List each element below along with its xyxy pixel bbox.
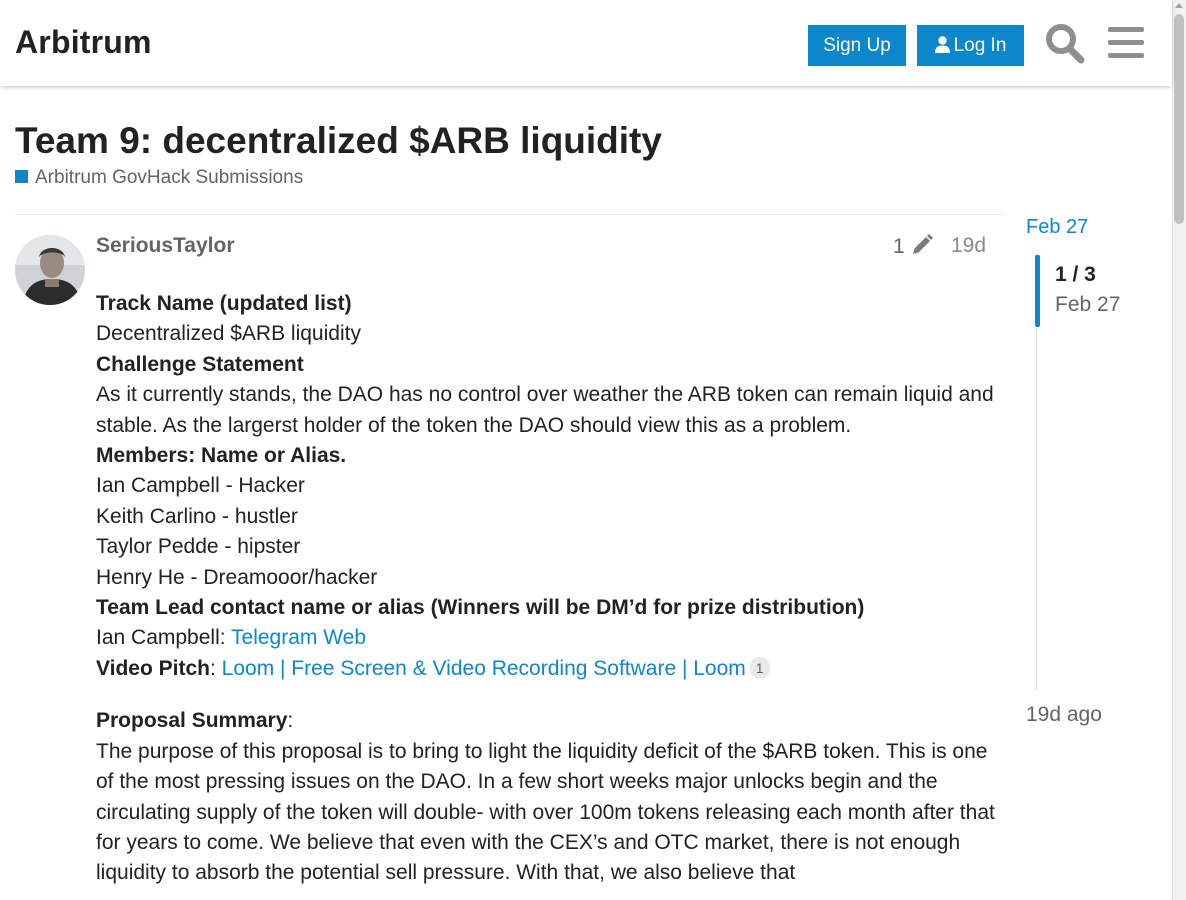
proposal-text: The purpose of this proposal is to bring… bbox=[96, 739, 995, 885]
avatar[interactable] bbox=[15, 235, 85, 305]
post-line: Decentralized $ARB liquidity bbox=[96, 322, 361, 346]
sign-up-button[interactable]: Sign Up bbox=[808, 25, 906, 66]
post-line: Ian Campbell - Hacker bbox=[96, 474, 305, 498]
pencil-icon bbox=[911, 234, 933, 262]
proposal-label: Proposal Summary bbox=[96, 709, 288, 733]
post-line: Members: Name or Alias. bbox=[96, 444, 347, 468]
topic-title[interactable]: Team 9: decentralized $ARB liquidity bbox=[15, 120, 662, 162]
post-line: Track Name (updated list) bbox=[96, 292, 352, 315]
scrollbar-thumb[interactable] bbox=[1174, 14, 1184, 224]
timeline-start-date[interactable]: Feb 27 bbox=[1026, 216, 1088, 239]
topic-category[interactable]: Arbitrum GovHack Submissions bbox=[15, 167, 303, 189]
site-header: Arbitrum Sign Up Log In bbox=[0, 0, 1172, 86]
post-line: Keith Carlino - hustler bbox=[96, 504, 298, 528]
team-lead-line: Ian Campbell: Telegram Web bbox=[96, 623, 996, 653]
title-divider bbox=[15, 214, 1004, 215]
post-body: Track Name (updated list) Decentralized … bbox=[96, 289, 996, 889]
timeline-end-date[interactable]: 19d ago bbox=[1026, 703, 1102, 727]
proposal-sep: : bbox=[287, 709, 294, 733]
team-lead-name: Ian Campbell: bbox=[96, 626, 232, 650]
video-pitch-label: Video Pitch bbox=[96, 656, 210, 680]
video-pitch-sep: : bbox=[209, 656, 222, 680]
user-icon bbox=[934, 27, 950, 68]
timeline-position: 1 / 3 bbox=[1055, 263, 1096, 286]
post-line: Team Lead contact name or alias (Winners… bbox=[96, 596, 865, 620]
post-line: Taylor Pedde - hipster bbox=[96, 535, 301, 559]
site-title[interactable]: Arbitrum bbox=[15, 24, 152, 61]
post-line: Challenge Statement bbox=[96, 352, 304, 376]
post-date[interactable]: 19d bbox=[951, 234, 986, 258]
hamburger-menu-icon[interactable] bbox=[1106, 22, 1146, 64]
edit-history-button[interactable]: 1 bbox=[893, 234, 933, 262]
video-pitch-line: Video Pitch: Loom | Free Screen & Video … bbox=[96, 654, 996, 684]
click-count-badge: 1 bbox=[749, 656, 770, 679]
post-line: Henry He - Dreamooor/hacker bbox=[96, 565, 378, 589]
category-name: Arbitrum GovHack Submissions bbox=[35, 167, 304, 188]
timeline-position-date: Feb 27 bbox=[1055, 293, 1121, 316]
edit-count: 1 bbox=[893, 235, 905, 258]
timeline-handle[interactable] bbox=[1035, 255, 1040, 327]
category-color-square bbox=[15, 170, 28, 183]
scroll-up-arrow-icon[interactable] bbox=[1175, 3, 1183, 8]
post-author[interactable]: SeriousTaylor bbox=[96, 234, 235, 258]
telegram-link[interactable]: Telegram Web bbox=[231, 626, 366, 649]
log-in-button[interactable]: Log In bbox=[917, 25, 1024, 66]
post-line: As it currently stands, the DAO has no c… bbox=[96, 383, 994, 437]
search-icon[interactable] bbox=[1045, 22, 1085, 64]
proposal-label-line: Proposal Summary: bbox=[96, 706, 996, 736]
log-in-label: Log In bbox=[953, 35, 1007, 56]
loom-link[interactable]: Loom | Free Screen & Video Recording Sof… bbox=[222, 657, 746, 680]
